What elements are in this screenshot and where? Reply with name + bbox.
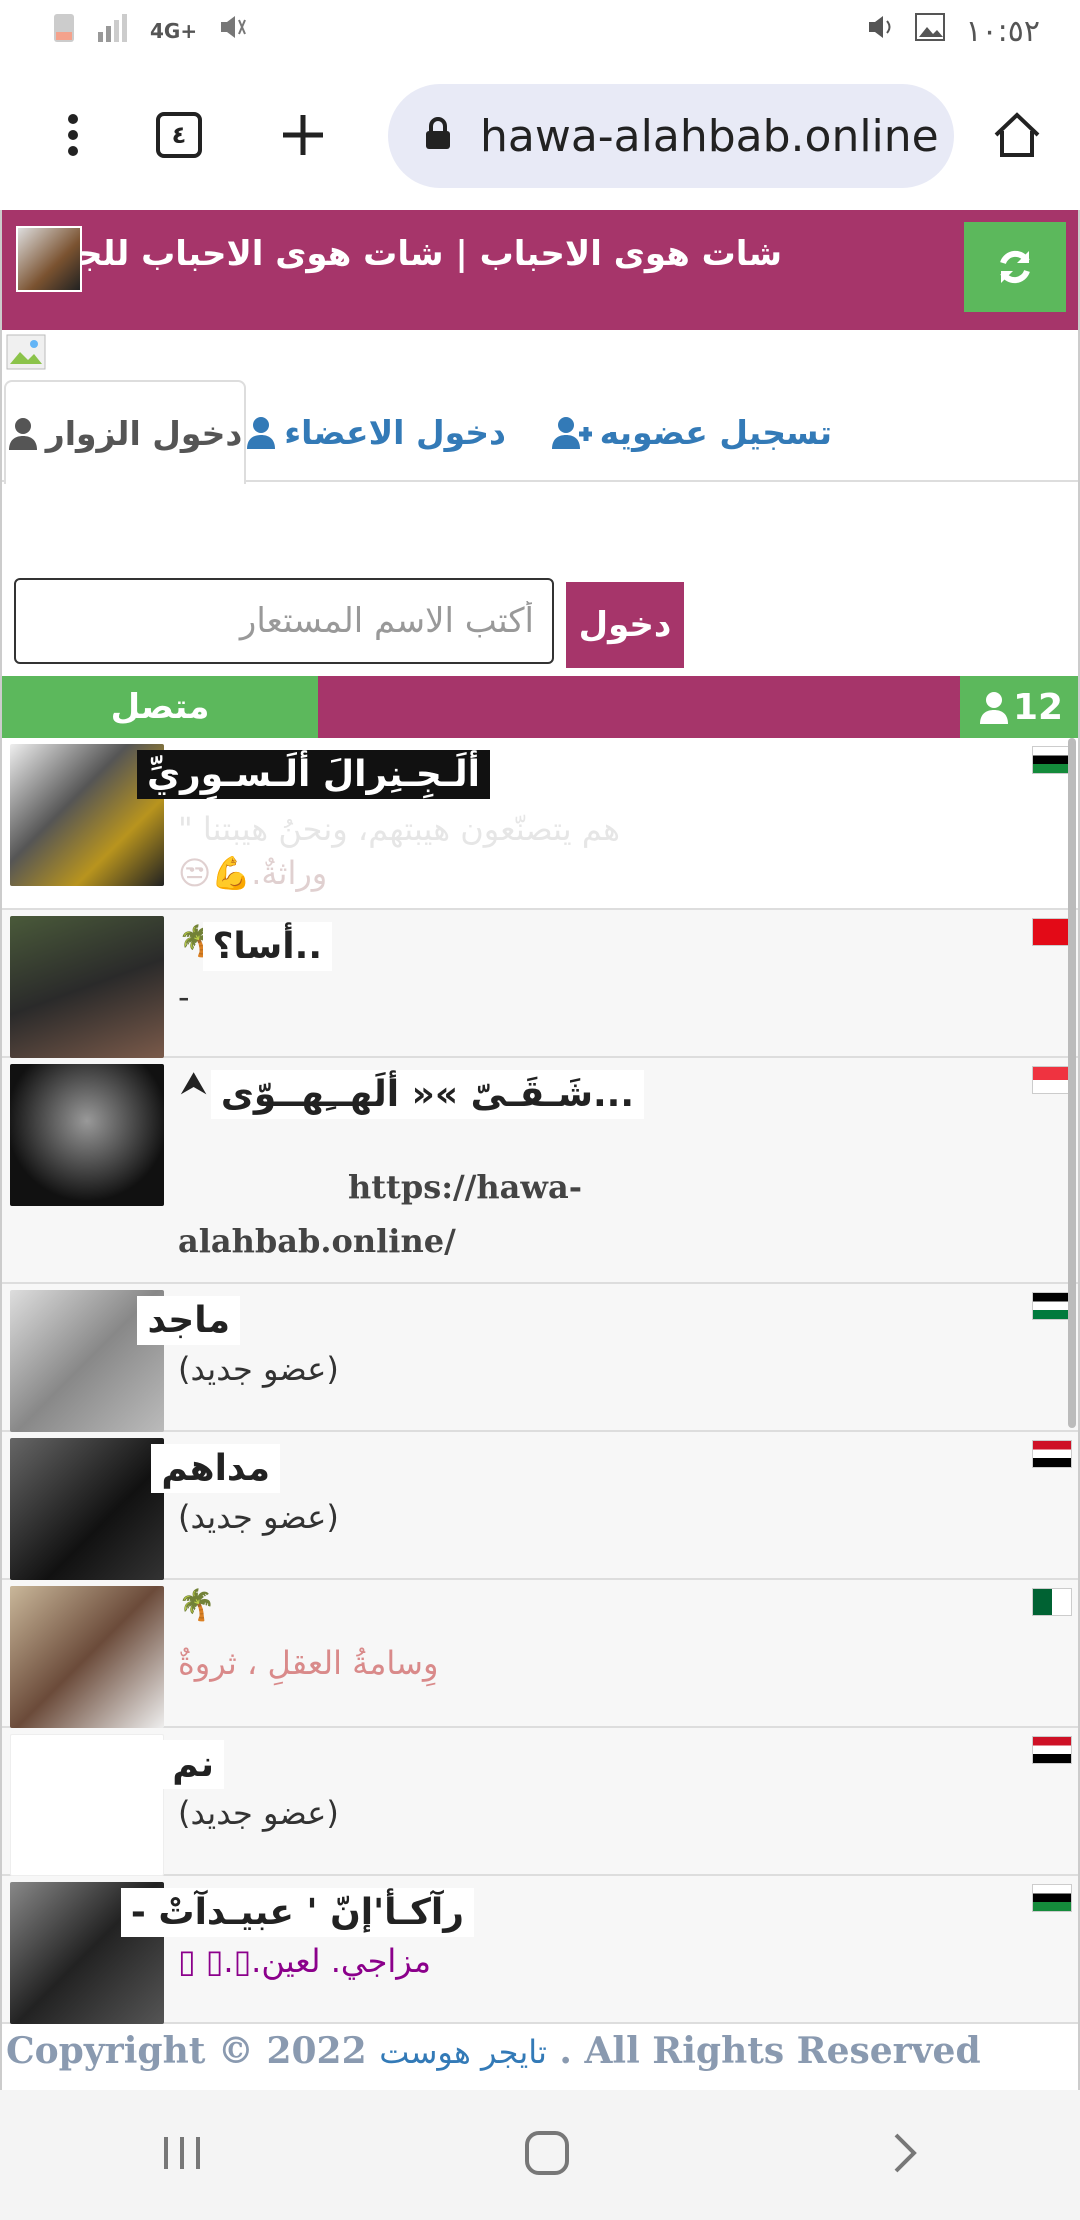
- home-icon[interactable]: [980, 98, 1054, 172]
- user-status: هم يتصنّعون هيبتهم، ونحنُ هيبتنا ": [178, 810, 621, 848]
- user-status: alahbab.online/: [178, 1222, 456, 1260]
- avatar: [10, 1064, 164, 1206]
- emoji: 💪😒: [178, 854, 252, 892]
- flag-icon: [1032, 746, 1072, 774]
- user-name: رآكـأ'إنّ ' عبيـدآتْ -: [120, 1888, 474, 1937]
- online-count-value: 12: [1012, 686, 1064, 728]
- system-nav-bar: [0, 2090, 1080, 2220]
- tab-visitors[interactable]: دخول الزوار: [4, 380, 246, 484]
- tab-members-label: دخول الاعضاء: [284, 412, 506, 452]
- user-row[interactable]: 🌴 ..أسا؟ -: [2, 910, 1078, 1058]
- user-status: https://hawa-: [348, 1168, 582, 1206]
- login-button[interactable]: دخول: [566, 582, 684, 668]
- copyright-footer: Copyright © 2022 تايجر هوست . All Rights…: [6, 2030, 1076, 2072]
- site-header: شات هوى الاحباب | شات هوى الاحباب للجوال: [2, 210, 1078, 330]
- flag-icon: [1032, 1066, 1072, 1094]
- online-bar: متصل 12: [2, 676, 1078, 738]
- user-row[interactable]: ألَـجِـنِرالَ ألَـسـوِريِّ هم يتصنّعون ه…: [2, 738, 1078, 910]
- flag-icon: [1032, 1884, 1072, 1912]
- user-name: مداهم: [151, 1444, 280, 1493]
- user-icon: [979, 692, 1008, 724]
- status-text: وراثةٌ.: [251, 854, 328, 892]
- user-row[interactable]: مداهم (عضو جديد): [2, 1432, 1078, 1580]
- network-label: 4G+: [150, 19, 198, 43]
- login-form: دخول: [14, 578, 686, 668]
- address-bar[interactable]: hawa-alahbab.online: [388, 84, 954, 188]
- user-name: ...شَـقَـىّ »« ألَهــِهــوّى: [210, 1070, 644, 1119]
- status-bar: 4G+ ١٠:٥٢: [0, 0, 1080, 62]
- user-name: ..أسا؟: [202, 922, 332, 971]
- user-icon: [247, 417, 276, 449]
- avatar: [10, 1586, 164, 1728]
- user-status: مزاجي. لعين.▯.▯ ▯: [178, 1942, 432, 1980]
- user-row[interactable]: نم (عضو جديد): [2, 1728, 1078, 1876]
- mute-icon: [217, 12, 247, 50]
- user-status: وراثةٌ.💪😒: [178, 854, 327, 892]
- user-status: (عضو جديد): [178, 1794, 339, 1832]
- image-icon: [915, 13, 946, 49]
- url-text: hawa-alahbab.online: [480, 110, 939, 162]
- battery-icon: [52, 10, 76, 52]
- broken-image-icon: [6, 334, 46, 370]
- user-status: وِسامةُ العقلِ ، ثروةٌ: [178, 1644, 439, 1682]
- clock: ١٠:٥٢: [965, 13, 1040, 49]
- user-list: ألَـجِـنِرالَ ألَـسـوِريِّ هم يتصنّعون ه…: [2, 738, 1078, 2024]
- tab-register-label: تسجيل عضويه: [599, 412, 832, 452]
- user-status: (عضو جديد): [178, 1498, 339, 1536]
- footer-suffix: . All Rights Reserved: [559, 2030, 981, 2072]
- flag-icon: [1032, 1736, 1072, 1764]
- user-icon: [8, 418, 37, 450]
- refresh-icon: [1000, 250, 1030, 284]
- avatar: [10, 1438, 164, 1580]
- user-plus-icon: [551, 417, 592, 449]
- flag-icon: [1032, 1292, 1072, 1320]
- tab-register[interactable]: تسجيل عضويه: [551, 380, 832, 484]
- footer-link[interactable]: تايجر هوست: [379, 2033, 547, 2071]
- tabs-count: ٤: [156, 112, 202, 158]
- home-nav-icon[interactable]: [523, 2129, 571, 2181]
- user-status: (عضو جديد): [178, 1350, 339, 1388]
- volume-icon: [865, 12, 895, 50]
- lock-icon: [424, 111, 452, 162]
- new-tab-icon[interactable]: [266, 98, 340, 172]
- online-label: متصل: [2, 676, 318, 738]
- back-icon[interactable]: [890, 2131, 920, 2179]
- footer-prefix: Copyright © 2022: [6, 2030, 367, 2072]
- avatar: [10, 1734, 164, 1876]
- web-page: شات هوى الاحباب | شات هوى الاحباب للجوال…: [0, 210, 1080, 2090]
- online-count: 12: [960, 676, 1078, 738]
- user-name: ماجد: [137, 1296, 240, 1345]
- recent-apps-icon[interactable]: [160, 2133, 204, 2177]
- menu-icon[interactable]: [36, 98, 110, 172]
- nickname-input[interactable]: [14, 578, 554, 664]
- site-title: شات هوى الاحباب | شات هوى الاحباب للجوال: [15, 234, 782, 274]
- user-name: ألَـجِـنِرالَ ألَـسـوِريِّ: [137, 750, 490, 799]
- chevron-up-icon: ⮝: [180, 1064, 208, 1102]
- user-row[interactable]: 🌴 وِسامةُ العقلِ ، ثروةٌ: [2, 1580, 1078, 1728]
- refresh-button[interactable]: [964, 222, 1066, 312]
- site-logo: [16, 226, 82, 292]
- login-tabs: تسجيل عضويه دخول الاعضاء دخول الزوار: [2, 370, 1078, 484]
- scrollbar[interactable]: [1068, 738, 1076, 1428]
- tab-members[interactable]: دخول الاعضاء: [246, 380, 506, 484]
- flag-icon: [1032, 1440, 1072, 1468]
- tab-visitors-label: دخول الزوار: [45, 413, 243, 453]
- signal-icon: [96, 12, 130, 50]
- palm-icon: 🌴: [178, 1588, 216, 1623]
- user-row[interactable]: ماجد (عضو جديد): [2, 1284, 1078, 1432]
- flag-icon: [1032, 1588, 1072, 1616]
- flag-icon: [1032, 918, 1072, 946]
- avatar: [10, 916, 164, 1058]
- user-row[interactable]: رآكـأ'إنّ ' عبيـدآتْ - مزاجي. لعين.▯.▯ ▯: [2, 1876, 1078, 2024]
- tab-switcher-button[interactable]: ٤: [142, 98, 216, 172]
- user-status: -: [178, 978, 190, 1016]
- user-row[interactable]: ⮝ ...شَـقَـىّ »« ألَهــِهــوّى https://h…: [2, 1058, 1078, 1284]
- user-name: نم: [162, 1740, 224, 1789]
